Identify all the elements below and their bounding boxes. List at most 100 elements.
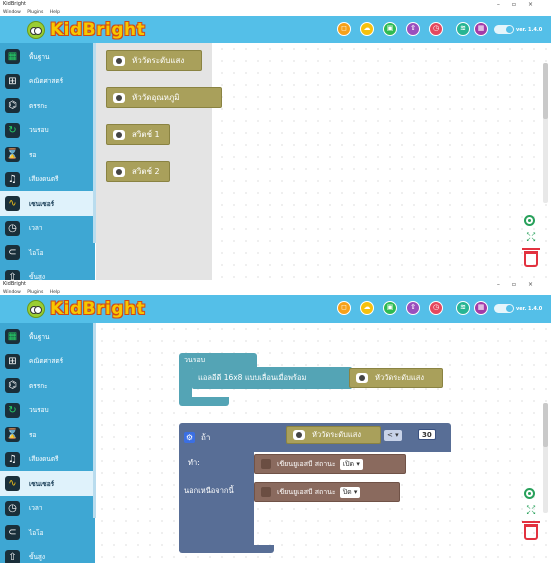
state-off-dropdown[interactable]: ปิด ▾ bbox=[339, 486, 361, 498]
wifi-button[interactable]: ≋ bbox=[456, 301, 470, 315]
flyout-block-label: สวิตช์ 1 bbox=[132, 130, 160, 139]
recenter-icon[interactable] bbox=[524, 215, 535, 226]
logo: KidBright bbox=[27, 299, 145, 319]
category-clock[interactable]: ◷ เวลา bbox=[0, 496, 95, 521]
flyout-block-1[interactable]: หัววัดระดับแสง bbox=[106, 50, 202, 71]
loop-block[interactable]: วนรอบ bbox=[179, 353, 257, 368]
logo-text: KidBright bbox=[50, 299, 146, 319]
category-io[interactable]: ⊂ ไอโอ bbox=[0, 240, 95, 265]
category-label: เสียงดนตรี bbox=[29, 455, 59, 463]
loop-foot bbox=[179, 397, 229, 406]
condition-sensor-block[interactable]: หัววัดระดับแสง bbox=[286, 426, 381, 444]
condition-sensor-label: หัววัดระดับแสง bbox=[312, 430, 361, 439]
category-label: พื้นฐาน bbox=[29, 332, 50, 341]
category-advanced[interactable]: ⇧ ขั้นสูง bbox=[0, 265, 95, 280]
menu-window[interactable]: Window bbox=[3, 10, 21, 15]
menu-help[interactable]: Help bbox=[50, 10, 60, 15]
app-header: KidBright ◻ ☁ ▣ ⇧ ◷ ≋ ▦ ver. 1.4.0 bbox=[0, 295, 551, 323]
io-icon: ⊂ bbox=[5, 245, 20, 260]
version-label: ver. 1.4.0 bbox=[516, 27, 543, 33]
board-button[interactable]: ▦ bbox=[474, 22, 488, 36]
category-advanced[interactable]: ⇧ ขั้นสูง bbox=[0, 545, 95, 563]
category-label: ไอโอ bbox=[29, 528, 44, 537]
trash-icon[interactable] bbox=[522, 248, 540, 267]
alarm-button[interactable]: ◷ bbox=[429, 22, 443, 36]
light-sensor-label: หัววัดระดับแสง bbox=[375, 373, 424, 382]
flyout-block-4[interactable]: สวิตช์ 2 bbox=[106, 161, 170, 182]
category-calculator[interactable]: ⊞ คณิตศาสตร์ bbox=[0, 349, 95, 374]
category-sensor[interactable]: ∿ เซนเซอร์ bbox=[0, 191, 95, 216]
category-grid[interactable]: ▦ พื้นฐาน bbox=[0, 324, 95, 349]
category-label: ไอโอ bbox=[29, 248, 44, 257]
light-sensor-icon bbox=[356, 373, 368, 383]
category-loop[interactable]: ↻ วนรอบ bbox=[0, 118, 95, 143]
workspace-scrollbar[interactable] bbox=[543, 63, 548, 203]
zoom-fit-icon[interactable]: ↖↗ ↙↘ bbox=[524, 505, 538, 516]
state-on-dropdown[interactable]: เปิด ▾ bbox=[339, 458, 363, 470]
if-foot bbox=[179, 545, 274, 553]
category-music[interactable]: ♫ เสียงดนตรี bbox=[0, 167, 95, 192]
trash-icon[interactable] bbox=[522, 521, 540, 540]
save-button[interactable]: ▣ bbox=[383, 301, 397, 315]
open-button[interactable]: ☁ bbox=[360, 22, 374, 36]
save-icon: ▣ bbox=[386, 303, 394, 311]
settings-icon[interactable]: ⚙ bbox=[184, 432, 195, 443]
sensor-icon: ∿ bbox=[5, 196, 20, 211]
category-sensor[interactable]: ∿ เซนเซอร์ bbox=[0, 471, 95, 496]
window-controls[interactable]: –▫× bbox=[497, 280, 545, 289]
music-icon: ♫ bbox=[5, 171, 20, 187]
category-clock[interactable]: ◷ เวลา bbox=[0, 216, 95, 241]
new-file-button[interactable]: ◻ bbox=[337, 22, 351, 36]
logo: KidBright bbox=[27, 20, 145, 40]
category-logic[interactable]: ⌬ ตรรกะ bbox=[0, 93, 95, 118]
open-button[interactable]: ☁ bbox=[360, 301, 374, 315]
sensor-icon bbox=[113, 166, 125, 177]
write-led-on-block[interactable]: เขียนยูเอสบี สถานะ เปิด ▾ bbox=[254, 454, 406, 474]
upload-icon: ⇧ bbox=[410, 303, 416, 311]
compare-op-dropdown[interactable]: < ▾ bbox=[384, 430, 402, 441]
upload-button[interactable]: ⇧ bbox=[406, 301, 420, 315]
category-logic[interactable]: ⌬ ตรรกะ bbox=[0, 373, 95, 398]
category-sidebar: ▦ พื้นฐาน ⊞ คณิตศาสตร์ ⌬ ตรรกะ ↻ วนรอบ ⌛ รอ ♫ เสียง… bbox=[0, 323, 96, 563]
category-label: ตรรกะ bbox=[29, 101, 48, 110]
category-calculator[interactable]: ⊞ คณิตศาสตร์ bbox=[0, 69, 95, 94]
flyout-block-label: หัววัดระดับแสง bbox=[132, 56, 185, 65]
category-wait[interactable]: ⌛ รอ bbox=[0, 422, 95, 447]
category-grid[interactable]: ▦ พื้นฐาน bbox=[0, 44, 95, 69]
category-music[interactable]: ♫ เสียงดนตรี bbox=[0, 447, 95, 472]
save-button[interactable]: ▣ bbox=[383, 22, 397, 36]
logic-icon: ⌬ bbox=[5, 378, 20, 393]
new-file-button[interactable]: ◻ bbox=[337, 301, 351, 315]
workspace-scrollbar[interactable] bbox=[543, 403, 548, 513]
light-sensor-block[interactable]: หัววัดระดับแสง bbox=[349, 368, 443, 388]
category-label: เวลา bbox=[29, 504, 43, 512]
write-led-off-block[interactable]: เขียนยูเอสบี สถานะ ปิด ▾ bbox=[254, 482, 400, 502]
write-led-off-label: เขียนยูเอสบี สถานะ bbox=[277, 487, 336, 496]
recenter-icon[interactable] bbox=[524, 488, 535, 499]
if-label: ถ้า bbox=[201, 433, 211, 442]
zoom-fit-icon[interactable]: ↖↗ ↙↘ bbox=[524, 232, 538, 243]
condition-sensor-icon bbox=[293, 430, 305, 440]
alarm-button[interactable]: ◷ bbox=[429, 301, 443, 315]
flyout-block-3[interactable]: สวิตช์ 1 bbox=[106, 124, 170, 145]
category-io[interactable]: ⊂ ไอโอ bbox=[0, 520, 95, 545]
mode-toggle[interactable] bbox=[494, 304, 514, 313]
advanced-icon: ⇧ bbox=[5, 269, 20, 280]
alarm-icon: ◷ bbox=[432, 303, 440, 311]
menu-plugins[interactable]: Plugins bbox=[27, 10, 43, 15]
mode-toggle[interactable] bbox=[494, 25, 514, 34]
board-button[interactable]: ▦ bbox=[474, 301, 488, 315]
flyout-block-2[interactable]: หัววัดอุณหภูมิ bbox=[106, 87, 222, 108]
category-sidebar: ▦ พื้นฐาน ⊞ คณิตศาสตร์ ⌬ ตรรกะ ↻ วนรอบ ⌛ รอ ♫ เสียง… bbox=[0, 43, 96, 280]
compare-value-input[interactable]: 30 bbox=[418, 429, 436, 440]
window-controls[interactable]: –▫× bbox=[497, 0, 545, 9]
scroll-text-block[interactable]: แอลอีดี 16x8 แบบเลื่อนเมื่อพร้อม bbox=[192, 367, 352, 389]
state-off-value: ปิด bbox=[342, 487, 352, 496]
category-label: วนรอบ bbox=[29, 126, 49, 134]
workspace[interactable]: วนรอบ แอลอีดี 16x8 แบบเลื่อนเมื่อพร้อม ห… bbox=[96, 323, 551, 563]
upload-button[interactable]: ⇧ bbox=[406, 22, 420, 36]
category-wait[interactable]: ⌛ รอ bbox=[0, 142, 95, 167]
block-flyout: หัววัดระดับแสงหัววัดอุณหภูมิสวิตช์ 1 สวิต… bbox=[96, 43, 222, 280]
category-loop[interactable]: ↻ วนรอบ bbox=[0, 398, 95, 423]
wifi-button[interactable]: ≋ bbox=[456, 22, 470, 36]
